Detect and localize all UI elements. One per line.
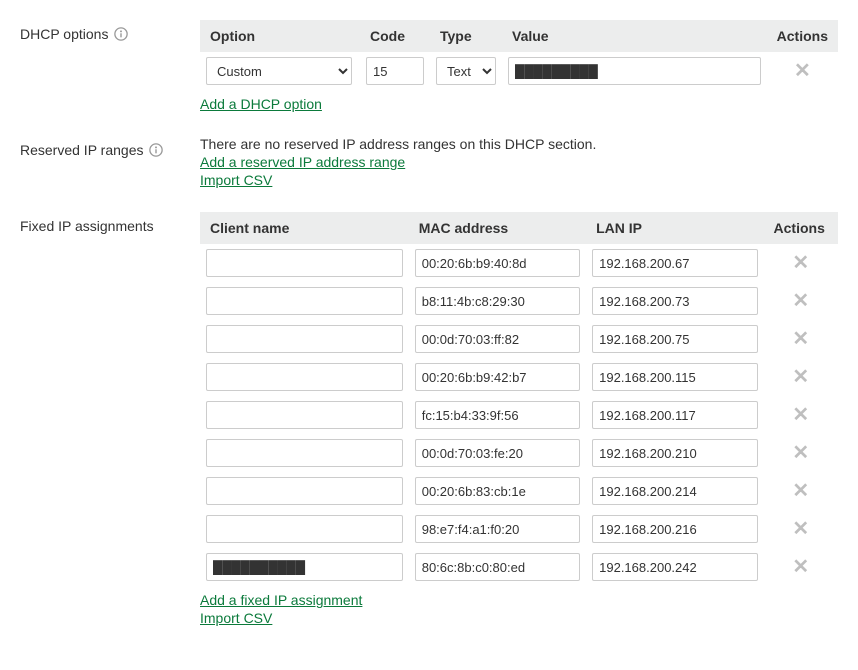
delete-fixed-ip-button[interactable]: ✕ (764, 434, 838, 472)
mac-address-input[interactable] (415, 401, 580, 429)
mac-address-input[interactable] (415, 287, 580, 315)
mac-address-input[interactable] (415, 553, 580, 581)
fixed-ip-row: ✕ (200, 396, 838, 434)
reserved-ip-import-csv-link[interactable]: Import CSV (200, 172, 838, 188)
dhcp-option-select[interactable]: Custom (206, 57, 352, 85)
info-icon[interactable] (149, 143, 163, 157)
lan-ip-input[interactable] (592, 363, 757, 391)
fixed-ip-row: ✕ (200, 548, 838, 586)
dhcp-option-row: Custom Text ✕ (200, 52, 838, 90)
lan-ip-input[interactable] (592, 553, 757, 581)
client-name-input[interactable] (206, 553, 403, 581)
dhcp-options-label-text: DHCP options (20, 26, 108, 42)
fixed-ip-body: Client name MAC address LAN IP Actions ✕… (200, 212, 838, 626)
fixed-header-client: Client name (200, 212, 409, 244)
fixed-ip-label-text: Fixed IP assignments (20, 218, 154, 234)
lan-ip-input[interactable] (592, 515, 757, 543)
mac-address-input[interactable] (415, 439, 580, 467)
mac-address-input[interactable] (415, 363, 580, 391)
delete-fixed-ip-button[interactable]: ✕ (764, 358, 838, 396)
fixed-ip-row: ✕ (200, 358, 838, 396)
lan-ip-input[interactable] (592, 439, 757, 467)
lan-ip-input[interactable] (592, 249, 757, 277)
mac-address-input[interactable] (415, 249, 580, 277)
delete-fixed-ip-button[interactable]: ✕ (764, 282, 838, 320)
client-name-input[interactable] (206, 439, 403, 467)
lan-ip-input[interactable] (592, 477, 757, 505)
client-name-input[interactable] (206, 401, 403, 429)
delete-fixed-ip-button[interactable]: ✕ (764, 472, 838, 510)
dhcp-code-input[interactable] (366, 57, 424, 85)
fixed-header-actions: Actions (764, 212, 838, 244)
mac-address-input[interactable] (415, 515, 580, 543)
lan-ip-input[interactable] (592, 287, 757, 315)
fixed-ip-row: ✕ (200, 510, 838, 548)
delete-fixed-ip-button[interactable]: ✕ (764, 244, 838, 282)
add-reserved-ip-range-link[interactable]: Add a reserved IP address range (200, 154, 838, 170)
fixed-header-mac: MAC address (409, 212, 586, 244)
reserved-ip-label-text: Reserved IP ranges (20, 142, 143, 158)
fixed-ip-label: Fixed IP assignments (20, 212, 200, 234)
fixed-ip-table: Client name MAC address LAN IP Actions ✕… (200, 212, 838, 586)
delete-fixed-ip-button[interactable]: ✕ (764, 510, 838, 548)
dhcp-header-code: Code (360, 20, 430, 52)
mac-address-input[interactable] (415, 325, 580, 353)
mac-address-input[interactable] (415, 477, 580, 505)
client-name-input[interactable] (206, 287, 403, 315)
lan-ip-input[interactable] (592, 325, 757, 353)
dhcp-header-actions: Actions (767, 20, 838, 52)
add-dhcp-option-link[interactable]: Add a DHCP option (200, 96, 838, 112)
delete-dhcp-option-button[interactable]: ✕ (767, 52, 838, 90)
delete-fixed-ip-button[interactable]: ✕ (764, 320, 838, 358)
client-name-input[interactable] (206, 363, 403, 391)
section-reserved-ip: Reserved IP ranges There are no reserved… (20, 136, 838, 188)
fixed-ip-row: ✕ (200, 320, 838, 358)
fixed-ip-row: ✕ (200, 282, 838, 320)
client-name-input[interactable] (206, 477, 403, 505)
reserved-ip-label: Reserved IP ranges (20, 136, 200, 158)
client-name-input[interactable] (206, 515, 403, 543)
dhcp-options-label: DHCP options (20, 20, 200, 42)
fixed-ip-import-csv-link[interactable]: Import CSV (200, 610, 838, 626)
dhcp-type-select[interactable]: Text (436, 57, 496, 85)
fixed-header-lan: LAN IP (586, 212, 763, 244)
fixed-ip-row: ✕ (200, 244, 838, 282)
dhcp-options-body: Option Code Type Value Actions Custom Te… (200, 20, 838, 112)
section-fixed-ip: Fixed IP assignments Client name MAC add… (20, 212, 838, 626)
delete-fixed-ip-button[interactable]: ✕ (764, 396, 838, 434)
add-fixed-ip-link[interactable]: Add a fixed IP assignment (200, 592, 838, 608)
delete-fixed-ip-button[interactable]: ✕ (764, 548, 838, 586)
info-icon[interactable] (114, 27, 128, 41)
reserved-ip-empty-text: There are no reserved IP address ranges … (200, 136, 838, 152)
dhcp-header-option: Option (200, 20, 360, 52)
section-dhcp-options: DHCP options Option Code Type Value Acti… (20, 20, 838, 112)
dhcp-header-value: Value (502, 20, 767, 52)
lan-ip-input[interactable] (592, 401, 757, 429)
dhcp-value-input[interactable] (508, 57, 761, 85)
dhcp-header-type: Type (430, 20, 502, 52)
client-name-input[interactable] (206, 325, 403, 353)
dhcp-options-table: Option Code Type Value Actions Custom Te… (200, 20, 838, 90)
reserved-ip-body: There are no reserved IP address ranges … (200, 136, 838, 188)
client-name-input[interactable] (206, 249, 403, 277)
fixed-ip-row: ✕ (200, 434, 838, 472)
fixed-ip-row: ✕ (200, 472, 838, 510)
